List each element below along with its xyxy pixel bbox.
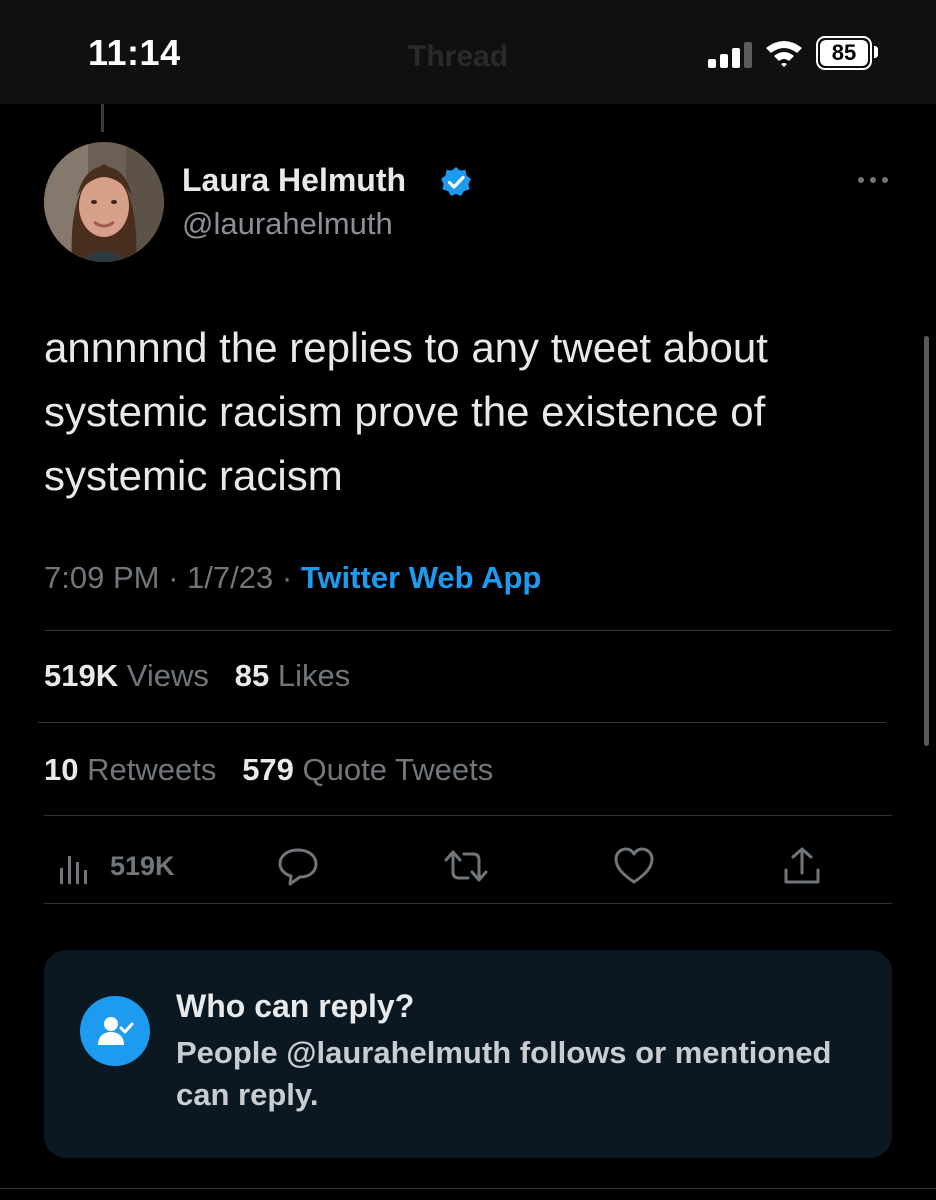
quote-tweets-count: 579: [242, 752, 294, 787]
reply-button[interactable]: [276, 844, 320, 888]
views-count: 519K: [44, 658, 119, 693]
tweet-date: 1/7/23: [187, 560, 274, 595]
author-handle[interactable]: @laurahelmuth: [182, 206, 393, 242]
scrollbar[interactable]: [924, 336, 929, 746]
tweet-text: annnnnd the replies to any tweet about s…: [44, 324, 768, 499]
retweets-stat[interactable]: 10 Retweets: [44, 752, 216, 787]
likes-stat[interactable]: 85 Likes: [235, 658, 350, 693]
battery-nub: [874, 46, 878, 58]
avatar[interactable]: [44, 142, 164, 262]
verified-badge-icon: [441, 167, 471, 196]
retweet-icon: [444, 850, 488, 882]
user-check-icon: [98, 1017, 134, 1045]
divider: [0, 1188, 936, 1189]
analytics-button[interactable]: 519K: [56, 844, 175, 888]
retweets-quotes-row: 10 Retweets 579 Quote Tweets: [44, 752, 493, 788]
share-button[interactable]: [780, 844, 824, 888]
signal-icon: [708, 42, 752, 68]
author-display-name[interactable]: Laura Helmuth: [182, 162, 406, 199]
tweet-source-link[interactable]: Twitter Web App: [301, 560, 542, 595]
views-likes-row: 519K Views 85 Likes: [44, 658, 350, 694]
tweet-time: 7:09 PM: [44, 560, 160, 595]
reply-restriction-icon-circle: [80, 996, 150, 1066]
retweet-button[interactable]: [442, 844, 490, 888]
reply-icon: [278, 848, 318, 886]
divider: [44, 903, 892, 904]
status-bar: 11:14 Thread 85: [0, 0, 936, 104]
battery-indicator: 85: [816, 36, 872, 70]
likes-count: 85: [234, 658, 270, 693]
avatar-image: [44, 142, 164, 262]
reply-restriction-card: Who can reply? People @laurahelmuth foll…: [44, 950, 892, 1158]
analytics-icon: [60, 856, 87, 884]
divider: [44, 630, 892, 631]
views-label: Views: [126, 658, 209, 693]
views-stat[interactable]: 519K Views: [44, 658, 209, 693]
battery-level: 85: [820, 40, 868, 66]
divider: [44, 815, 892, 816]
quote-tweets-label: Quote Tweets: [302, 752, 494, 787]
share-icon: [784, 847, 820, 884]
retweets-count: 10: [44, 752, 79, 787]
more-options-icon[interactable]: [856, 172, 890, 188]
reply-restriction-body: People @laurahelmuth follows or mentione…: [176, 1035, 832, 1112]
meta-separator: ·: [168, 560, 179, 595]
wifi-icon: [766, 41, 802, 67]
nav-title[interactable]: Thread: [408, 40, 508, 74]
reply-restriction-title: Who can reply?: [176, 988, 415, 1024]
retweets-label: Retweets: [87, 752, 217, 787]
heart-icon: [614, 847, 654, 884]
tweet-meta: 7:09 PM · 1/7/23 · Twitter Web App: [44, 560, 541, 596]
meta-separator: ·: [281, 560, 293, 595]
like-button[interactable]: [612, 844, 656, 888]
divider: [38, 722, 886, 723]
thread-connector: [101, 104, 104, 132]
analytics-count: 519K: [110, 850, 175, 881]
likes-label: Likes: [277, 658, 351, 693]
status-time: 11:14: [88, 32, 181, 73]
quote-tweets-stat[interactable]: 579 Quote Tweets: [242, 752, 493, 787]
